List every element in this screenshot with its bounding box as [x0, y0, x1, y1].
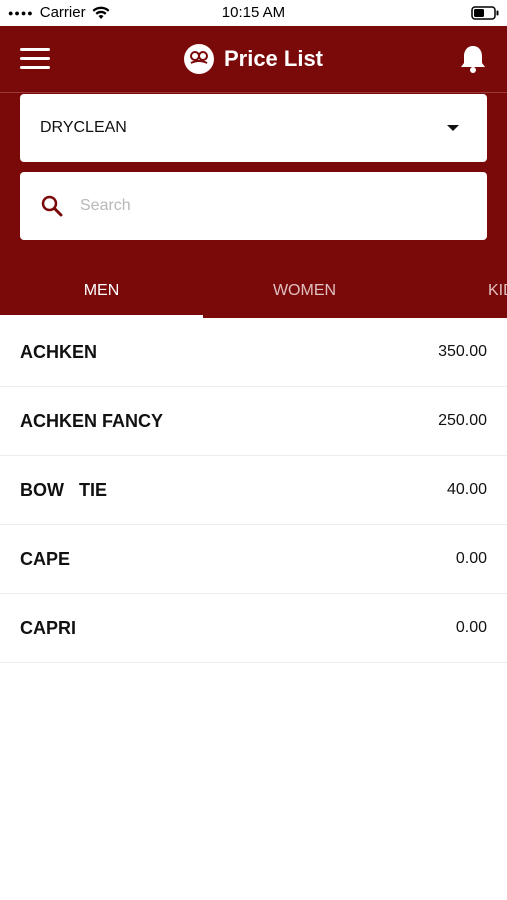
service-dropdown[interactable]: DRYCLEAN — [20, 94, 487, 162]
item-name: ACHKEN — [20, 341, 98, 362]
item-price: 0.00 — [455, 619, 487, 636]
notification-bell-icon[interactable] — [459, 44, 487, 74]
logo-icon — [183, 44, 214, 74]
item-name: CAPE — [20, 548, 71, 569]
header: Price List DRYCLEAN MEN WOMEN KIDS — [0, 26, 507, 318]
header-divider — [0, 92, 507, 93]
item-price: 250.00 — [438, 412, 487, 429]
category-tabs: MEN WOMEN KIDS — [0, 264, 507, 318]
list-item[interactable]: ACHKEN FANCY 250.00 — [0, 387, 507, 456]
list-item[interactable]: ACHKEN 350.00 — [0, 318, 507, 387]
item-price: 40.00 — [446, 481, 487, 498]
tab-women[interactable]: WOMEN — [203, 264, 406, 318]
item-price: 0.00 — [455, 550, 487, 567]
item-name: ACHKEN FANCY — [20, 410, 164, 431]
tab-kids[interactable]: KIDS — [406, 264, 507, 318]
search-icon — [41, 195, 63, 217]
status-time: 10:15 AM — [221, 4, 286, 21]
chevron-down-icon — [447, 125, 459, 131]
search-box — [20, 172, 487, 240]
search-input[interactable] — [78, 196, 467, 216]
list-item[interactable]: BOW TIE 40.00 — [0, 456, 507, 525]
service-dropdown-value: DRYCLEAN — [40, 119, 127, 136]
item-name: CAPRI — [20, 617, 77, 638]
tab-men[interactable]: MEN — [0, 264, 203, 318]
list-item[interactable]: CAPRI 0.00 — [0, 594, 507, 663]
item-name: BOW TIE — [20, 479, 107, 500]
item-price: 350.00 — [438, 343, 487, 360]
battery-icon — [471, 6, 499, 20]
page-title: Price List — [223, 46, 324, 71]
status-bar: ●●●● Carrier 10:15 AM — [0, 0, 507, 26]
title-wrap: Price List — [0, 44, 507, 74]
price-list: ACHKEN 350.00 ACHKEN FANCY 250.00 BOW TI… — [0, 318, 507, 663]
list-item[interactable]: CAPE 0.00 — [0, 525, 507, 594]
